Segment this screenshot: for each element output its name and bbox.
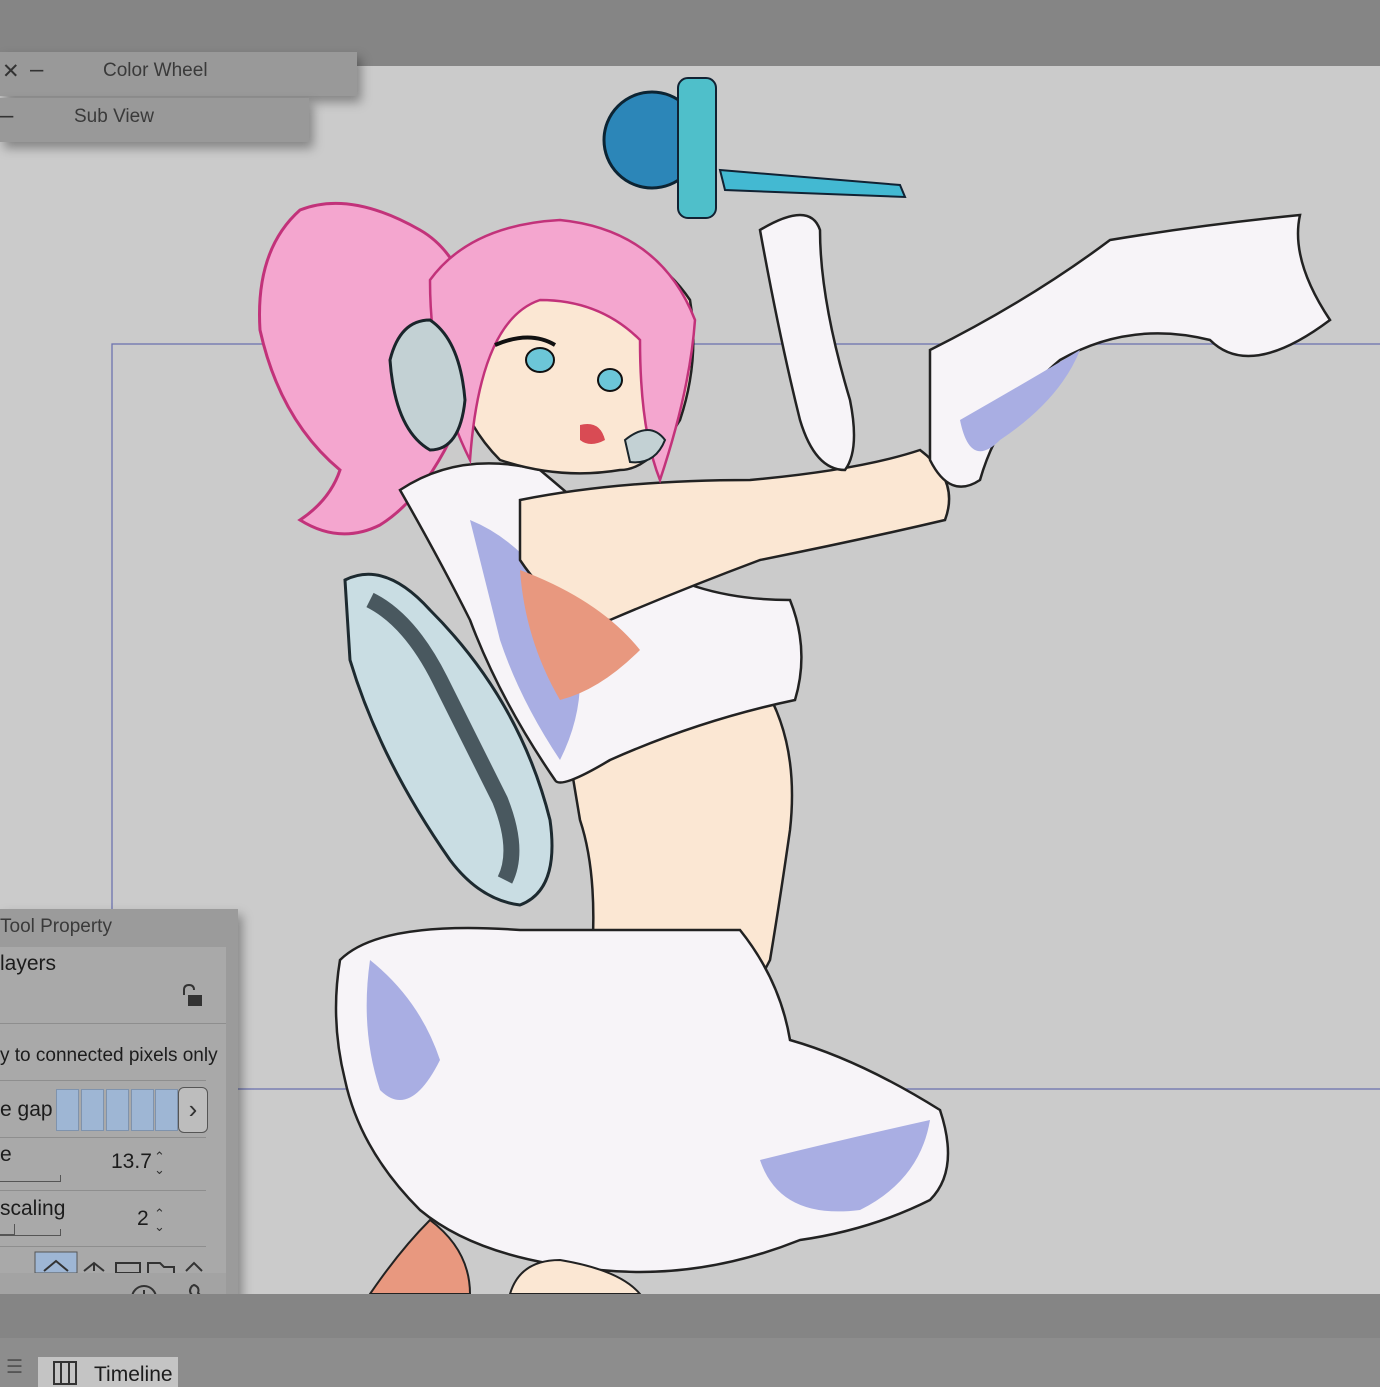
- size-stepper-down[interactable]: ⌄: [154, 1163, 165, 1176]
- canvas-bottom-band: [0, 1294, 1380, 1338]
- scaling-label: scaling: [0, 1197, 66, 1220]
- chevron-right-icon[interactable]: ›: [178, 1087, 208, 1133]
- left-glove-shape: [758, 213, 856, 472]
- gap-level-5[interactable]: [155, 1089, 178, 1131]
- scaling-value[interactable]: 2: [137, 1207, 149, 1231]
- shape-icon[interactable]: [34, 1251, 208, 1273]
- divider: [0, 1023, 226, 1024]
- close-icon[interactable]: ✕: [2, 61, 20, 82]
- sub-view-window[interactable]: – Sub View: [0, 98, 309, 142]
- lock-icon[interactable]: [180, 983, 206, 1009]
- layers-label: layers: [0, 952, 57, 975]
- size-label: e: [0, 1143, 12, 1166]
- skirt-shape: [334, 926, 950, 1274]
- hamburger-icon[interactable]: ☰: [6, 1356, 23, 1379]
- divider: [0, 1190, 206, 1191]
- divider: [0, 1246, 206, 1247]
- tab-timeline[interactable]: Timeline: [38, 1357, 178, 1387]
- timeline-icon: [53, 1361, 77, 1385]
- color-wheel-title: Color Wheel: [103, 60, 208, 81]
- sub-view-title: Sub View: [74, 106, 154, 127]
- connected-pixels-option[interactable]: y to connected pixels only: [0, 1045, 218, 1067]
- minimize-icon[interactable]: –: [0, 104, 13, 128]
- bottom-bar: [0, 1338, 1380, 1387]
- gap-level-3[interactable]: [106, 1089, 129, 1131]
- scaling-slider-knob[interactable]: [0, 1224, 15, 1235]
- minimize-icon[interactable]: –: [30, 58, 43, 82]
- size-value[interactable]: 13.7: [111, 1150, 152, 1174]
- divider: [0, 1080, 206, 1081]
- gap-label: e gap: [0, 1098, 53, 1121]
- tool-property-title: Tool Property: [0, 916, 112, 937]
- gap-level-4[interactable]: [131, 1089, 154, 1131]
- scaling-stepper-down[interactable]: ⌄: [154, 1220, 165, 1233]
- gap-level-2[interactable]: [81, 1089, 104, 1131]
- size-slider[interactable]: [0, 1175, 61, 1182]
- timeline-label: Timeline: [94, 1363, 173, 1386]
- divider: [0, 1137, 206, 1138]
- gap-level-1[interactable]: [56, 1089, 79, 1131]
- color-wheel-window[interactable]: ✕ – Color Wheel: [0, 52, 357, 96]
